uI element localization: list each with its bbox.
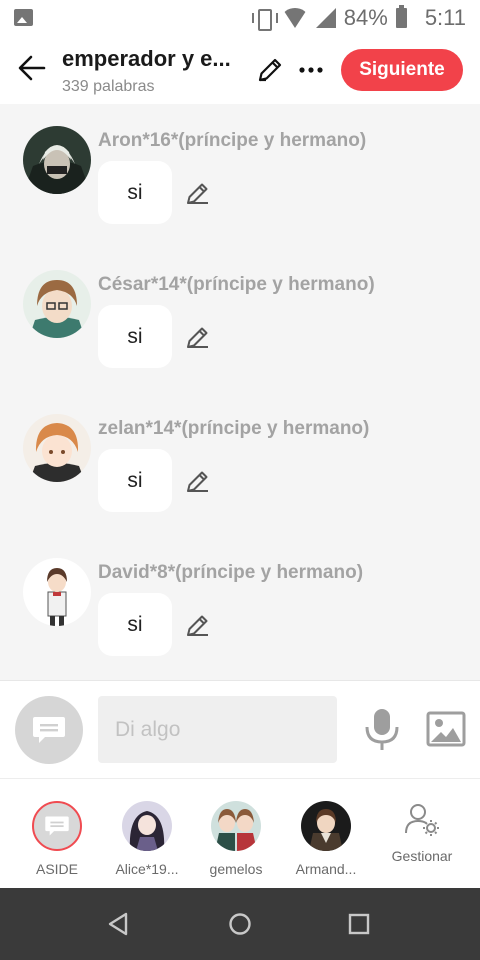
manage-characters-button[interactable]: Gestionar (380, 779, 464, 889)
message-bubble[interactable]: si (98, 305, 172, 368)
narration-bubble-icon (33, 717, 65, 743)
image-picker-icon[interactable] (426, 711, 466, 747)
nav-home-icon[interactable] (225, 909, 255, 939)
signal-icon (315, 8, 336, 28)
tray-item-character[interactable]: Alice*19... (107, 779, 187, 889)
back-arrow-icon[interactable] (14, 50, 50, 86)
nav-back-icon[interactable] (104, 909, 134, 939)
character-avatar (301, 801, 351, 851)
message-bubble[interactable]: si (98, 161, 172, 224)
chat-messages[interactable]: Aron*16*(príncipe y hermano) si César*14… (0, 104, 480, 679)
status-bar: 84% 5:11 (0, 0, 480, 36)
aside-toggle-button[interactable] (15, 696, 83, 764)
word-count: 339 palabras (62, 78, 155, 95)
edit-title-pencil-icon[interactable] (254, 54, 286, 86)
wifi-icon (281, 8, 308, 28)
composer (0, 680, 480, 778)
edit-message-pencil-icon[interactable] (184, 467, 212, 495)
tray-label: Alice*19... (115, 861, 179, 877)
battery-percent: 84% (343, 5, 388, 30)
more-options-icon[interactable] (296, 54, 326, 86)
chat-message: David*8*(príncipe y hermano) si (0, 556, 480, 679)
tray-item-character[interactable]: Armand... (286, 779, 366, 889)
message-bubble[interactable]: si (98, 449, 172, 512)
clock: 5:11 (424, 5, 466, 30)
system-nav-bar (0, 888, 480, 960)
message-bubble[interactable]: si (98, 593, 172, 656)
image-icon (14, 9, 33, 26)
character-name: David*8*(príncipe y hermano) (98, 562, 364, 583)
tray-item-character[interactable]: gemelos (196, 779, 276, 889)
character-name: zelan*14*(príncipe y hermano) (98, 418, 370, 439)
chat-message: César*14*(príncipe y hermano) si (0, 268, 480, 412)
manage-label: Gestionar (391, 848, 453, 864)
edit-message-pencil-icon[interactable] (184, 611, 212, 639)
character-avatar[interactable] (23, 558, 91, 626)
manage-characters-icon (405, 804, 439, 836)
battery-icon (395, 5, 407, 28)
tray-label: Armand... (295, 861, 357, 877)
tray-label: ASIDE (35, 861, 78, 877)
character-avatar (211, 801, 261, 851)
character-avatar[interactable] (23, 270, 91, 338)
chat-message: Aron*16*(príncipe y hermano) si (0, 124, 480, 268)
edit-message-pencil-icon[interactable] (184, 323, 212, 351)
vibrate-icon (251, 7, 278, 31)
next-button[interactable]: Siguiente (341, 49, 463, 91)
character-avatar[interactable] (23, 126, 91, 194)
character-tray: ASIDE Alice*19... gemelos Armand... Gest… (0, 778, 480, 888)
tray-item-aside[interactable]: ASIDE (17, 779, 97, 889)
character-avatar (122, 801, 172, 851)
aside-avatar (32, 801, 82, 851)
chat-message: zelan*14*(príncipe y hermano) si (0, 412, 480, 556)
microphone-icon[interactable] (362, 707, 402, 753)
message-input[interactable] (98, 696, 337, 763)
tray-label: gemelos (209, 861, 263, 877)
story-title: emperador y e... (62, 46, 231, 71)
character-name: Aron*16*(príncipe y hermano) (98, 130, 367, 151)
narration-bubble-icon (45, 816, 69, 836)
character-name: César*14*(príncipe y hermano) (98, 274, 375, 295)
story-header: emperador y e... 339 palabras Siguiente (0, 36, 480, 104)
edit-message-pencil-icon[interactable] (184, 179, 212, 207)
nav-recents-icon[interactable] (344, 909, 374, 939)
character-avatar[interactable] (23, 414, 91, 482)
